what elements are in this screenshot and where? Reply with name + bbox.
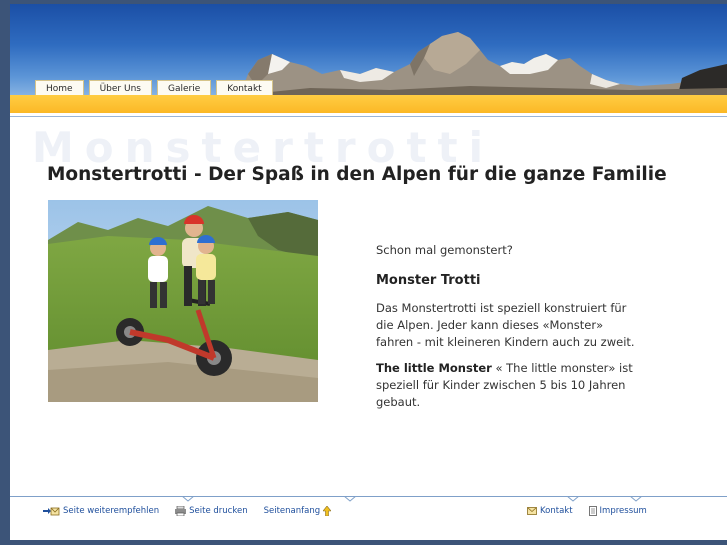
section-subheading: Monster Trotti [376,273,481,288]
impressum-link[interactable]: Impressum [588,506,647,516]
footer-notch [344,496,356,502]
print-page-link[interactable]: Seite drucken [175,506,248,516]
envelope-icon [527,507,537,515]
content-text: Schon mal gemonstert? Monster Trotti Das… [376,242,638,420]
nav-tab-galerie[interactable]: Galerie [156,80,212,95]
footer-notch [182,496,194,502]
footer-links-right: Kontakt Impressum [527,506,647,516]
family-monstertrotti-photo [48,200,318,402]
little-monster-paragraph: The little Monster « The little monster»… [376,360,638,411]
page-top-link[interactable]: Seitenanfang [264,506,332,516]
document-icon [588,506,597,516]
page: Home Über Uns Galerie Kontakt Monstertro… [10,4,727,540]
arrow-up-icon [323,506,332,516]
print-page-label: Seite drucken [189,506,248,516]
footer-notch [567,496,579,502]
recommend-icon [43,507,60,516]
page-title: Monstertrotti - Der Spaß in den Alpen fü… [47,164,667,185]
recommend-page-label: Seite weiterempfehlen [63,506,160,516]
page-top-label: Seitenanfang [263,506,321,516]
nav-tab-home[interactable]: Home [35,80,84,95]
header-accent-bar [10,95,727,113]
footer-divider [10,496,727,497]
impressum-label: Impressum [599,506,647,516]
intro-text: Schon mal gemonstert? [376,243,513,257]
footer-links-left: Seite weiterempfehlen Seite drucken Seit… [43,506,332,516]
header-banner: Home Über Uns Galerie Kontakt [10,4,727,95]
main-navigation: Home Über Uns Galerie Kontakt [35,80,273,95]
contact-label: Kontakt [540,506,573,516]
printer-icon [175,506,187,516]
contact-link[interactable]: Kontakt [527,506,573,516]
recommend-page-link[interactable]: Seite weiterempfehlen [43,506,159,516]
nav-tab-kontakt[interactable]: Kontakt [216,80,273,95]
header-divider [10,116,727,117]
description-paragraph: Das Monstertrotti ist speziell konstruie… [376,301,635,349]
little-monster-label: The little Monster [376,361,492,375]
nav-tab-ueber-uns[interactable]: Über Uns [88,80,152,95]
footer-notch [630,496,642,502]
